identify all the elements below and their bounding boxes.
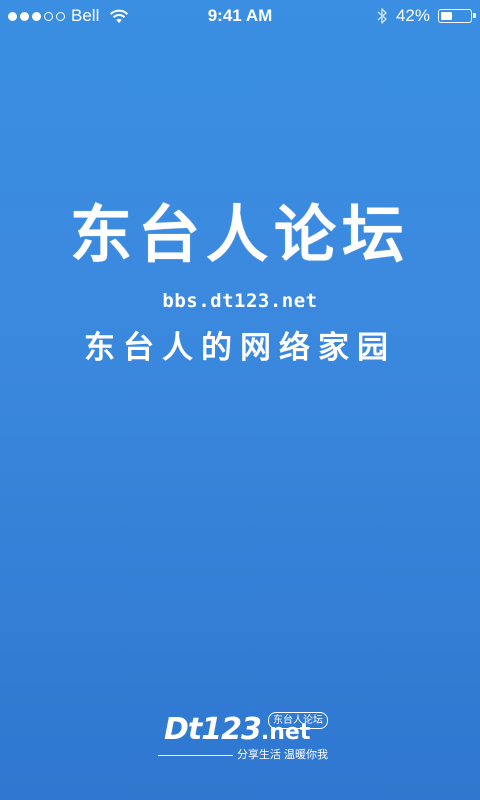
app-slogan: 东台人的网络家园 <box>84 330 396 366</box>
logo-badge: 东台人论坛 <box>268 712 328 729</box>
logo-tagline: 分享生活 温暖你我 <box>158 748 328 762</box>
site-url: bbs.dt123.net <box>162 290 318 312</box>
app-title: 东台人论坛 <box>69 198 410 271</box>
logo-wordmark-main: Dt123 <box>164 712 262 747</box>
tagline-rule-left <box>158 754 233 756</box>
tagline-text: 分享生活 温暖你我 <box>236 749 328 761</box>
battery-percentage: 42% <box>395 6 430 25</box>
bluetooth-icon <box>377 8 387 24</box>
battery-icon <box>438 9 476 23</box>
status-bar: Bell 9:41 AM 42% <box>0 0 480 32</box>
battery-fill <box>441 12 452 20</box>
footer-logo: Dt123.net 东台人论坛 分享生活 温暖你我 <box>158 708 328 768</box>
status-right: 42% <box>376 5 476 27</box>
battery-cap <box>473 13 476 18</box>
splash-screen: Bell 9:41 AM 42% 东台人论坛 bbs.dt123.net 东台人… <box>0 0 480 800</box>
